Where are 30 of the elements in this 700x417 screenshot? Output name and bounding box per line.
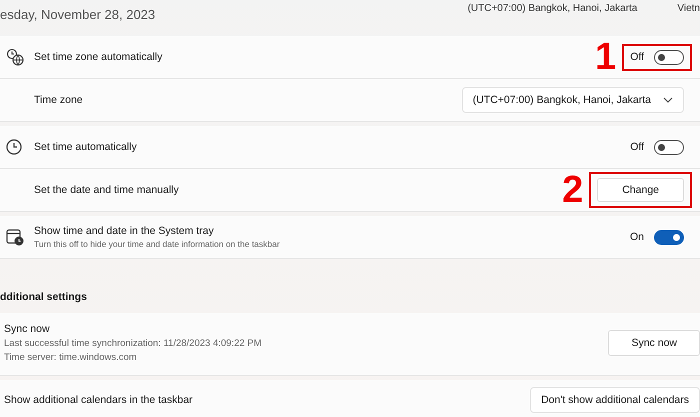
toggle-state-text: On xyxy=(630,231,644,243)
step-number: 1 xyxy=(595,38,616,76)
sync-now-button[interactable]: Sync now xyxy=(608,330,700,356)
setting-label: Set time zone automatically xyxy=(34,51,164,63)
setting-label: Time zone xyxy=(34,94,84,106)
calendar-clock-icon xyxy=(6,228,24,246)
toggle-switch[interactable] xyxy=(654,140,684,154)
setting-label: Show additional calendars in the taskbar xyxy=(4,394,193,406)
setting-description: Turn this off to hide your time and date information on the taskbar xyxy=(34,239,281,249)
toggle-switch[interactable] xyxy=(654,230,684,244)
toggle-state-text: Off xyxy=(630,141,644,153)
clock-globe-icon xyxy=(6,48,24,66)
language-text: Vietn xyxy=(677,3,700,14)
toggle-switch[interactable] xyxy=(654,50,684,64)
setting-label: Show time and date in the System tray xyxy=(34,225,215,237)
setting-label: Set time automatically xyxy=(34,141,138,153)
chevron-down-icon xyxy=(663,97,673,103)
setting-description: Last successful time synchronization: 11/28/2023 4:09:22 PM xyxy=(4,338,263,349)
section-title: dditional settings xyxy=(0,290,88,305)
setting-label: Sync now xyxy=(4,323,51,335)
change-button[interactable]: Change xyxy=(597,178,684,202)
setting-description: Time server: time.windows.com xyxy=(4,352,138,363)
timezone-dropdown[interactable]: (UTC+07:00) Bangkok, Hanoi, Jakarta xyxy=(462,87,684,113)
toggle-state-text: Off xyxy=(630,51,644,63)
timezone-text: (UTC+07:00) Bangkok, Hanoi, Jakarta xyxy=(468,3,638,14)
calendar-dropdown[interactable]: Don't show additional calendars xyxy=(530,387,700,413)
step-number: 2 xyxy=(562,171,584,209)
date-text: esday, November 28, 2023 xyxy=(0,7,156,22)
clock-icon xyxy=(6,139,22,155)
setting-label: Set the date and time manually xyxy=(34,184,180,196)
